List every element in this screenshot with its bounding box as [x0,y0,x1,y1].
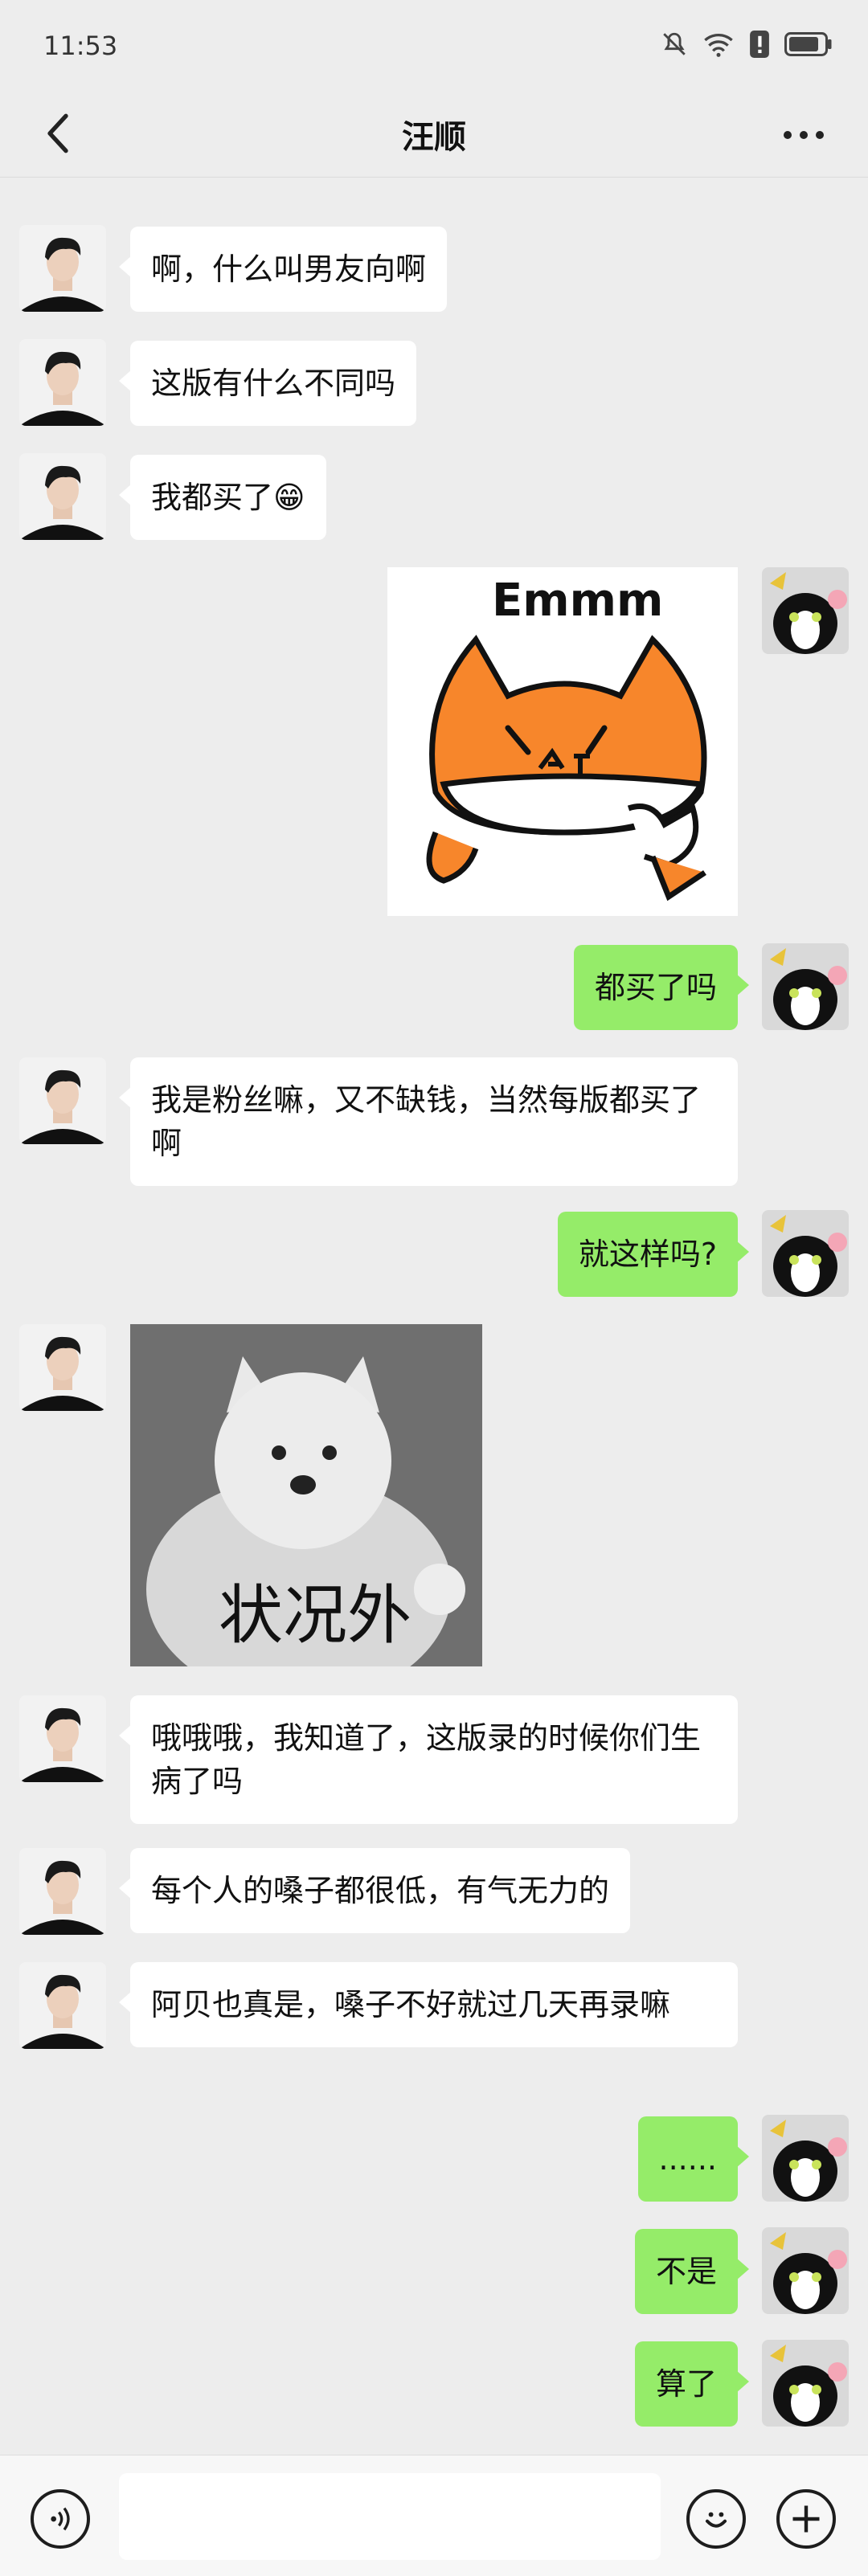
plus-icon [792,2505,820,2533]
message-outgoing[interactable]: 算了 [634,2341,750,2427]
message-outgoing[interactable]: ...... [637,2116,750,2202]
contact-avatar[interactable] [19,339,106,426]
more-options-button[interactable] [772,112,836,157]
contact-avatar[interactable] [19,225,106,312]
message-text: 每个人的嗓子都很低，有气无力的 [151,1873,610,1908]
self-avatar[interactable] [762,1210,849,1297]
chat-header: 汪顺 [0,96,868,178]
message-input[interactable] [119,2473,661,2560]
contact-avatar[interactable] [19,453,106,540]
sticker-caption: 状况外 [219,1578,411,1653]
message-text: 不是 [655,2254,717,2289]
message-text: 阿贝也真是，嗓子不好就过几天再录嘛 [151,1987,671,2022]
status-icons [661,31,833,58]
message-text: 我都买了 [151,480,274,515]
message-text: 哦哦哦，我知道了，这版录的时候你们生病了吗 [151,1720,702,1799]
message-incoming[interactable]: 这版有什么不同吗 [118,341,417,426]
contact-avatar[interactable] [19,1324,106,1411]
voice-button[interactable] [31,2489,90,2549]
message-incoming[interactable]: 每个人的嗓子都很低，有气无力的 [118,1848,631,1933]
self-avatar[interactable] [762,943,849,1030]
contact-avatar[interactable] [19,1848,106,1935]
contact-avatar[interactable] [19,1057,106,1144]
message-incoming[interactable]: 哦哦哦，我知道了，这版录的时候你们生病了吗 [119,1695,738,1824]
message-text: 算了 [655,2366,717,2402]
input-bar [0,2455,868,2576]
alert-icon [750,31,769,58]
sticker-emmm-fox[interactable]: Emmm [387,567,738,916]
message-incoming[interactable]: 阿贝也真是，嗓子不好就过几天再录嘛 [119,1962,738,2047]
sticker-caption: Emmm [492,574,663,627]
message-outgoing[interactable]: 不是 [634,2229,750,2314]
contact-avatar[interactable] [19,1962,106,2049]
self-avatar[interactable] [762,2227,849,2314]
emoji-icon [705,2512,727,2528]
status-bar: 11:53 [0,0,868,96]
sticker-dog[interactable]: 状况外 [130,1324,482,1666]
self-avatar[interactable] [762,2340,849,2427]
message-text: 这版有什么不同吗 [151,366,396,401]
battery-icon [784,32,832,56]
contact-avatar[interactable] [19,1695,106,1782]
emoji-button[interactable] [686,2489,746,2549]
plus-button[interactable] [776,2489,836,2549]
self-avatar[interactable] [762,2115,849,2202]
chat-title: 汪顺 [402,119,466,156]
message-outgoing[interactable]: 就这样吗? [557,1212,750,1297]
voice-icon [51,2507,70,2531]
message-text: 我是粉丝嘛，又不缺钱，当然每版都买了啊 [151,1082,702,1161]
message-incoming[interactable]: 我都买了😁 [119,455,326,540]
message-incoming[interactable]: 啊，什么叫男友向啊 [118,227,448,312]
mute-icon [663,32,686,55]
message-text: 就这样吗? [578,1237,717,1272]
self-avatar[interactable] [762,567,849,654]
wifi-icon [704,34,733,57]
message-text: 都买了吗 [594,970,717,1005]
clock: 11:53 [43,31,118,61]
message-text: ...... [658,2141,717,2177]
grin-emoji-icon: 😁 [273,480,305,515]
message-incoming[interactable]: 我是粉丝嘛，又不缺钱，当然每版都买了啊 [119,1057,738,1186]
message-outgoing[interactable]: 都买了吗 [573,945,750,1030]
message-text: 啊，什么叫男友向啊 [151,251,427,287]
